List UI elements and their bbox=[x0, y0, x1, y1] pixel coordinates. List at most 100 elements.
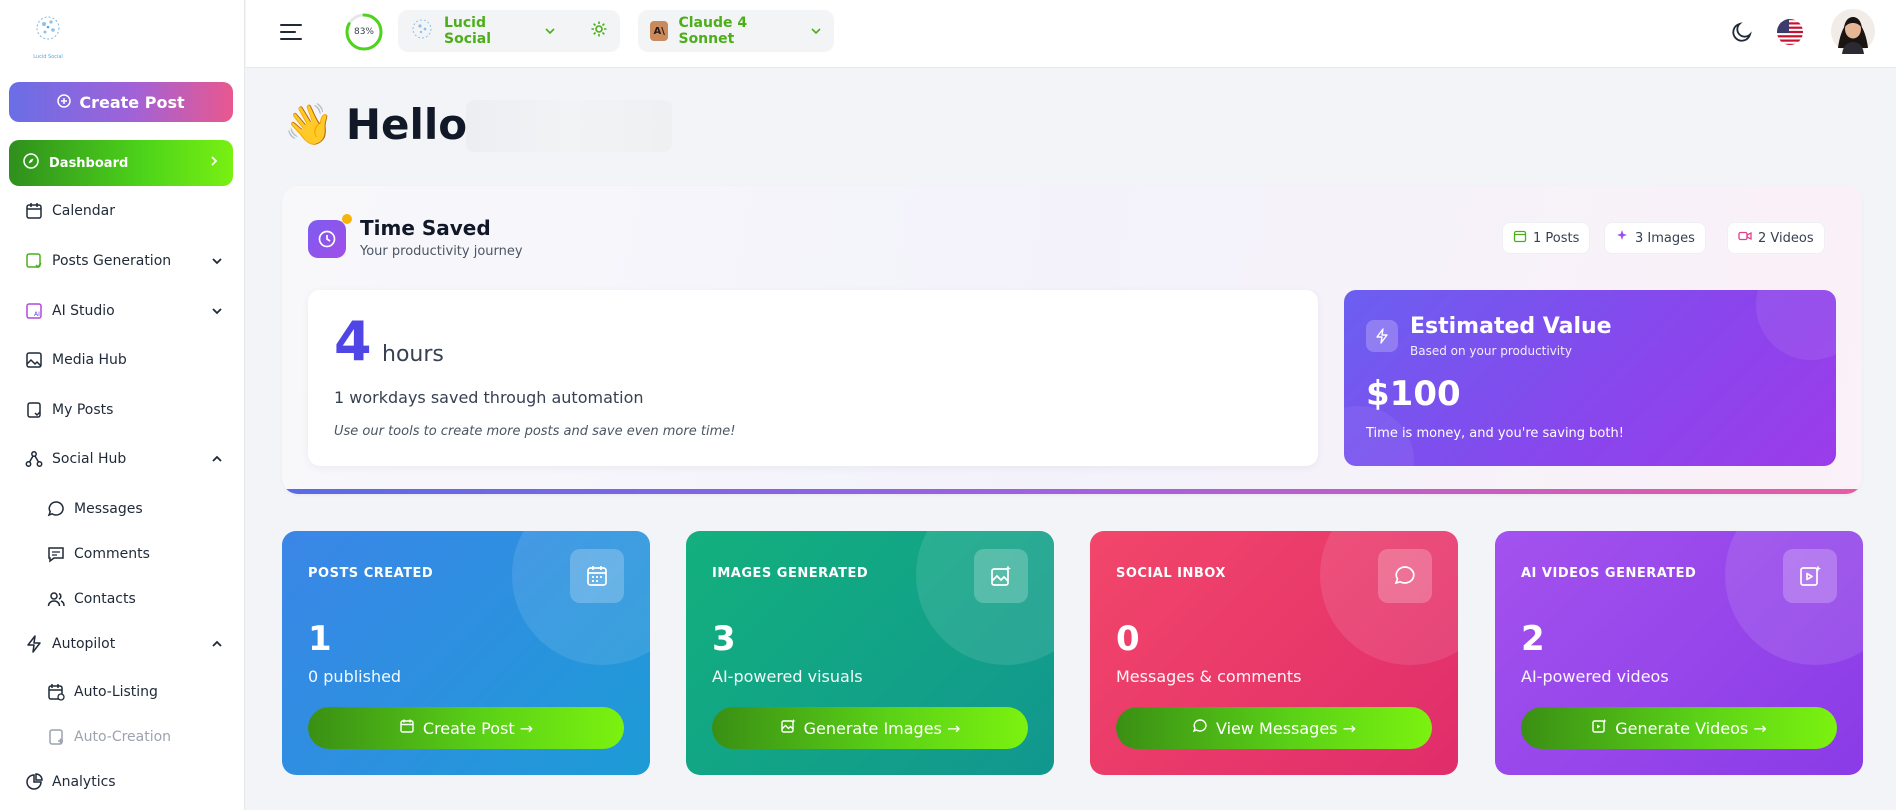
chevron-up-icon bbox=[210, 637, 224, 651]
create-post-cta-button[interactable]: Create Post → bbox=[308, 707, 624, 749]
estimated-value-note: Time is money, and you're saving both! bbox=[1366, 426, 1624, 441]
videos-chip: 2 Videos bbox=[1727, 222, 1825, 254]
ai-videos-generated-card: AI VIDEOS GENERATED 2 AI-powered videos … bbox=[1495, 531, 1863, 775]
posts-created-card: POSTS CREATED 1 0 published Create Post … bbox=[282, 531, 650, 775]
create-post-label: Create Post bbox=[79, 92, 185, 112]
sidebar-item-posts-generation[interactable]: Posts Generation bbox=[24, 246, 224, 276]
sidebar-item-media-hub[interactable]: Media Hub bbox=[24, 345, 224, 375]
chevron-right-icon bbox=[209, 155, 219, 171]
stat-value: 2 bbox=[1521, 619, 1545, 659]
stat-value: 1 bbox=[308, 619, 332, 659]
sidebar-item-dashboard[interactable]: Dashboard bbox=[9, 140, 233, 186]
anthropic-logo-icon: A\ bbox=[650, 21, 669, 41]
greeting-text: Hello, bbox=[345, 100, 484, 149]
estimated-value-title: Estimated Value bbox=[1410, 314, 1612, 339]
sidebar-item-analytics[interactable]: Analytics bbox=[24, 767, 224, 797]
credits-progress-ring[interactable]: 83% bbox=[344, 12, 384, 52]
lucid-social-logo[interactable]: Lucid Social bbox=[28, 12, 68, 60]
hours-unit: hours bbox=[382, 342, 444, 367]
stat-description: AI-powered visuals bbox=[712, 667, 863, 686]
gear-icon[interactable] bbox=[590, 20, 608, 42]
time-saved-card: Time Saved Your productivity journey 1 P… bbox=[282, 186, 1862, 494]
chevron-down-icon bbox=[810, 22, 822, 41]
ai-image-icon: AI bbox=[24, 301, 44, 321]
lightning-icon bbox=[24, 634, 44, 654]
sidebar-item-my-posts[interactable]: My Posts bbox=[24, 395, 224, 425]
button-label: Create Post → bbox=[422, 718, 534, 738]
create-post-button[interactable]: Create Post bbox=[9, 82, 233, 122]
button-label: Generate Images → bbox=[803, 718, 961, 738]
estimated-value-amount: $100 bbox=[1366, 374, 1461, 414]
chat-bubble-icon bbox=[1192, 718, 1208, 738]
sidebar-item-label: Contacts bbox=[74, 591, 136, 607]
post-generate-icon bbox=[24, 251, 44, 271]
model-selector[interactable]: A\ Claude 4 Sonnet bbox=[638, 10, 834, 52]
workspace-logo-icon bbox=[410, 17, 434, 45]
workspace-selector[interactable]: Lucid Social bbox=[398, 10, 620, 52]
images-chip: 3 Images bbox=[1604, 222, 1706, 254]
sidebar-item-auto-listing[interactable]: Auto-Listing bbox=[46, 677, 226, 707]
estimated-value-subtitle: Based on your productivity bbox=[1410, 344, 1572, 358]
gradient-underline bbox=[282, 489, 1862, 494]
sidebar: Lucid Social Create Post Dashboard Calen… bbox=[0, 0, 245, 810]
chevron-down-icon bbox=[210, 304, 224, 318]
stat-description: AI-powered videos bbox=[1521, 667, 1669, 686]
stat-title: IMAGES GENERATED bbox=[712, 566, 869, 581]
compass-icon bbox=[23, 153, 39, 173]
social-inbox-card: SOCIAL INBOX 0 Messages & comments View … bbox=[1090, 531, 1458, 775]
sidebar-item-label: My Posts bbox=[52, 402, 114, 418]
chip-label: 3 Images bbox=[1635, 230, 1695, 246]
calendar-icon bbox=[24, 201, 44, 221]
user-name-redacted bbox=[466, 100, 672, 152]
view-messages-button[interactable]: View Messages → bbox=[1116, 707, 1432, 749]
image-sparkle-icon bbox=[974, 549, 1028, 603]
sidebar-item-calendar[interactable]: Calendar bbox=[24, 196, 224, 226]
sidebar-item-ai-studio[interactable]: AI AI Studio bbox=[24, 296, 224, 326]
time-saved-title: Time Saved bbox=[360, 216, 491, 240]
chip-label: 2 Videos bbox=[1758, 230, 1814, 246]
topbar: 83% Lucid Social A\ Claude 4 Sonnet bbox=[246, 0, 1896, 68]
sidebar-item-label: Analytics bbox=[52, 774, 116, 790]
chip-label: 1 Posts bbox=[1533, 230, 1580, 246]
sidebar-item-auto-creation[interactable]: Auto-Creation bbox=[46, 722, 226, 752]
waving-hand-icon: 👋 bbox=[284, 102, 334, 148]
chat-bubble-icon bbox=[1378, 549, 1432, 603]
sidebar-item-contacts[interactable]: Contacts bbox=[46, 584, 226, 614]
stat-title: AI VIDEOS GENERATED bbox=[1521, 566, 1697, 581]
sidebar-item-autopilot[interactable]: Autopilot bbox=[24, 629, 224, 659]
sidebar-item-comments[interactable]: Comments bbox=[46, 539, 226, 569]
sidebar-item-label: Auto-Creation bbox=[74, 729, 172, 745]
hours-saved-panel: 4 hours 1 workdays saved through automat… bbox=[308, 290, 1318, 466]
comment-icon bbox=[46, 544, 66, 564]
video-icon bbox=[1738, 229, 1752, 247]
stat-value: 3 bbox=[712, 619, 736, 659]
images-generated-card: IMAGES GENERATED 3 AI-powered visuals Ge… bbox=[686, 531, 1054, 775]
time-saved-subtitle: Your productivity journey bbox=[360, 244, 523, 259]
sidebar-item-messages[interactable]: Messages bbox=[46, 494, 226, 524]
sidebar-item-label: Calendar bbox=[52, 203, 115, 219]
sidebar-item-label: Comments bbox=[74, 546, 150, 562]
stat-description: Messages & comments bbox=[1116, 667, 1302, 686]
menu-toggle-icon[interactable] bbox=[280, 22, 302, 42]
sidebar-item-social-hub[interactable]: Social Hub bbox=[24, 444, 224, 474]
estimated-value-panel: Estimated Value Based on your productivi… bbox=[1344, 290, 1836, 466]
stat-value: 0 bbox=[1116, 619, 1140, 659]
stat-title: POSTS CREATED bbox=[308, 566, 434, 581]
generate-videos-button[interactable]: Generate Videos → bbox=[1521, 707, 1837, 749]
generate-images-button[interactable]: Generate Images → bbox=[712, 707, 1028, 749]
calendar-icon bbox=[570, 549, 624, 603]
sparkle-icon bbox=[1615, 229, 1629, 247]
post-add-icon bbox=[46, 727, 66, 747]
calendar-clock-icon bbox=[46, 682, 66, 702]
model-label: Claude 4 Sonnet bbox=[678, 15, 748, 47]
plus-circle-icon bbox=[57, 93, 72, 112]
share-nodes-icon bbox=[24, 449, 44, 469]
user-avatar[interactable] bbox=[1830, 8, 1876, 58]
pie-chart-icon bbox=[24, 772, 44, 792]
clock-icon bbox=[308, 220, 346, 258]
moon-icon[interactable] bbox=[1730, 20, 1754, 48]
us-flag-icon[interactable] bbox=[1776, 18, 1804, 50]
svg-text:AI: AI bbox=[34, 311, 40, 318]
button-label: View Messages → bbox=[1215, 718, 1356, 738]
posts-chip: 1 Posts bbox=[1502, 222, 1591, 254]
